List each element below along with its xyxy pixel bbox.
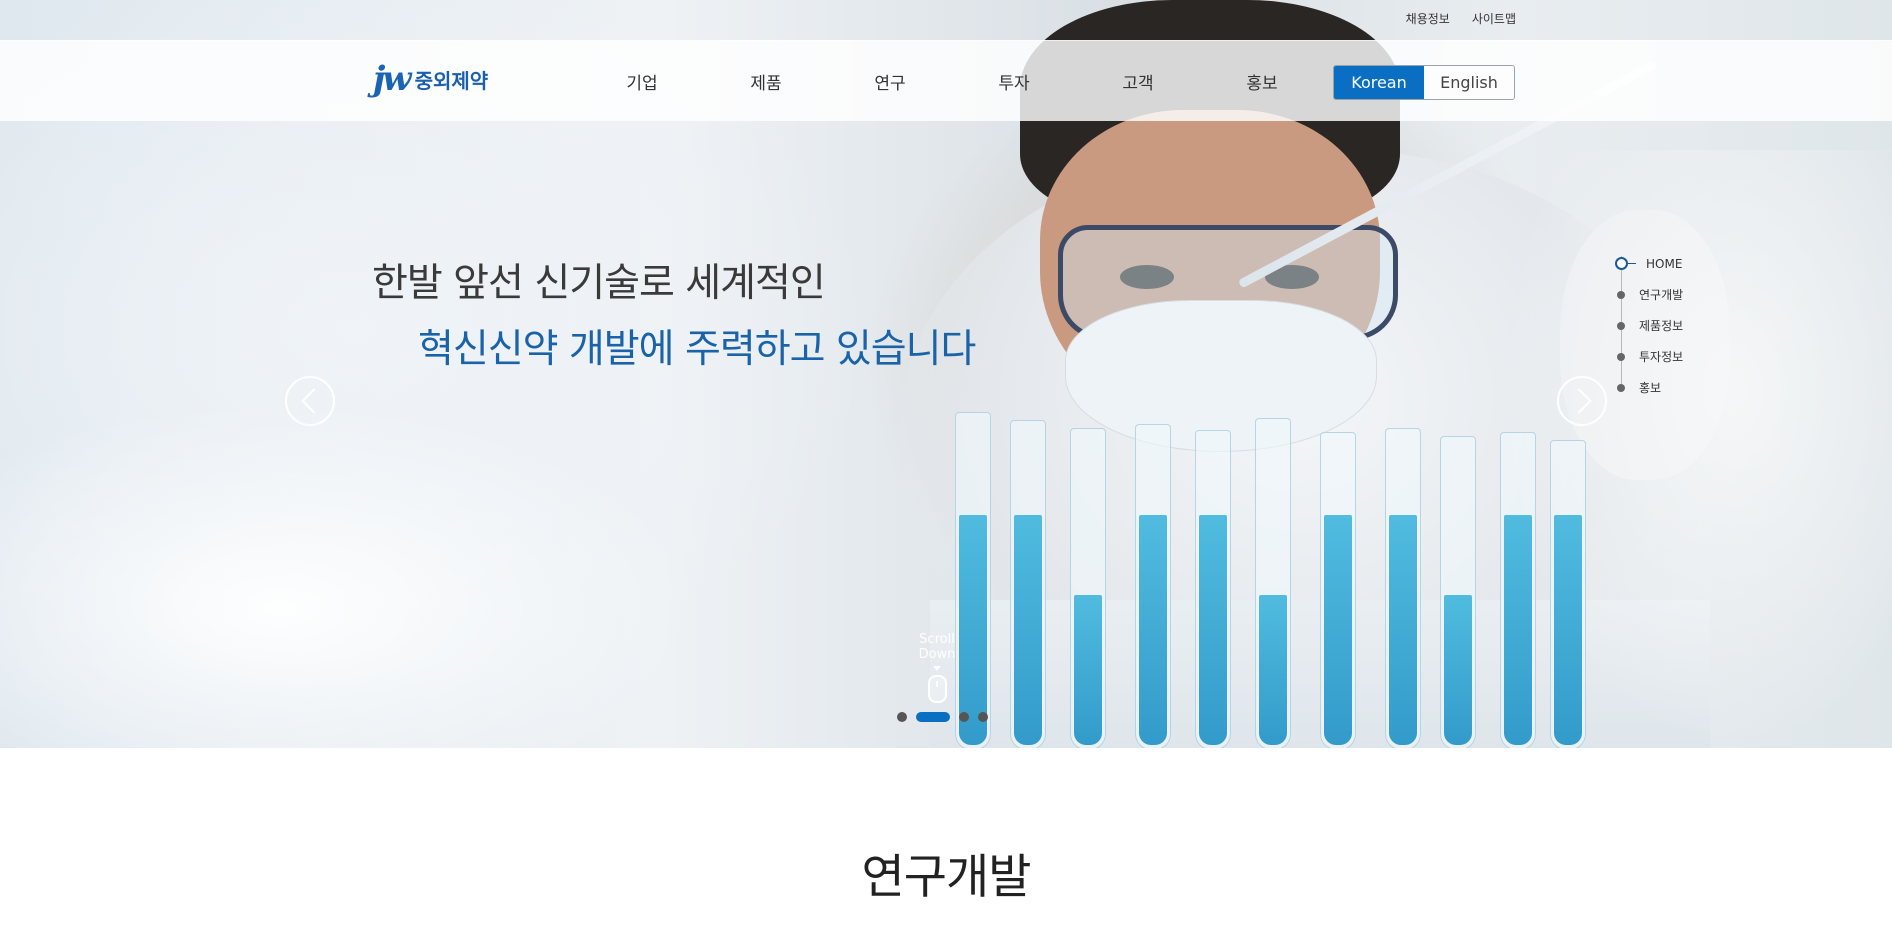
utility-links: 채용정보 사이트맵	[1406, 10, 1516, 27]
side-nav-products[interactable]: 제품정보	[1615, 310, 1683, 341]
side-nav-home[interactable]: HOME	[1615, 248, 1683, 279]
blue-liquid	[1074, 595, 1102, 745]
side-nav-tick	[1628, 263, 1636, 264]
test-tube	[1385, 428, 1421, 748]
blue-liquid	[1014, 515, 1042, 745]
blue-liquid	[959, 515, 987, 745]
side-nav-investment[interactable]: 투자정보	[1615, 341, 1683, 372]
side-nav-label: 연구개발	[1639, 288, 1684, 302]
blue-liquid	[1389, 515, 1417, 745]
slide-dot-1[interactable]	[897, 712, 907, 722]
header-bar: jw 중외제약 기업 제품 연구 투자 고객 홍보 Korean English	[0, 40, 1892, 121]
hero-soft-light	[0, 400, 700, 748]
english-button[interactable]: English	[1424, 66, 1514, 99]
hero-headline-line2: 혁신신약 개발에 주력하고 있습니다	[418, 327, 976, 372]
logo-name: 중외제약	[414, 68, 489, 93]
slide-dot-4[interactable]	[978, 712, 988, 722]
test-tube	[1195, 430, 1231, 748]
side-nav-research[interactable]: 연구개발	[1615, 279, 1683, 310]
chevron-right-icon	[1565, 388, 1592, 414]
side-nav-dot	[1617, 352, 1625, 361]
test-tube	[1440, 436, 1476, 748]
side-nav-label: 홍보	[1639, 381, 1662, 395]
test-tube	[1135, 424, 1171, 748]
side-nav-dot	[1617, 383, 1625, 392]
mouse-icon	[927, 675, 947, 703]
test-tube	[1010, 420, 1046, 748]
blue-liquid	[1554, 515, 1582, 745]
recruit-link[interactable]: 채용정보	[1406, 10, 1450, 27]
nav-research[interactable]: 연구	[828, 69, 952, 94]
side-section-nav: HOME 연구개발 제품정보 투자정보 홍보	[1615, 248, 1683, 403]
blue-liquid	[1324, 515, 1352, 745]
blue-liquid	[1259, 595, 1287, 745]
prev-slide-button[interactable]	[285, 376, 335, 426]
test-tube	[1500, 432, 1536, 748]
blue-liquid	[1199, 515, 1227, 745]
main-nav: 기업 제품 연구 투자 고객 홍보	[580, 69, 1324, 94]
test-tube	[1320, 432, 1356, 748]
scroll-down-indicator[interactable]: Scroll Down	[900, 632, 974, 703]
korean-button[interactable]: Korean	[1334, 66, 1424, 99]
logo-mark: jw	[373, 59, 412, 99]
section-title: 연구개발	[861, 850, 1032, 905]
nav-products[interactable]: 제품	[704, 69, 828, 94]
scroll-down-label: Scroll Down	[918, 632, 956, 662]
logo[interactable]: jw 중외제약	[373, 59, 488, 99]
caret-down-icon	[933, 666, 941, 671]
nav-pr[interactable]: 홍보	[1200, 69, 1324, 94]
language-switch: Korean English	[1333, 65, 1515, 100]
test-tube	[1255, 418, 1291, 748]
side-nav-label: 제품정보	[1639, 319, 1684, 333]
blue-liquid	[1504, 515, 1532, 745]
blue-liquid	[1139, 515, 1167, 745]
chevron-left-icon	[300, 388, 327, 414]
side-nav-label: 투자정보	[1639, 350, 1684, 364]
nav-company[interactable]: 기업	[580, 69, 704, 94]
side-nav-dot	[1615, 257, 1628, 270]
side-nav-label: HOME	[1646, 256, 1683, 271]
test-tube	[1550, 440, 1586, 748]
hero-headline-line1: 한발 앞선 신기술로 세계적인	[372, 261, 826, 306]
blue-liquid	[1444, 595, 1472, 745]
nav-customer[interactable]: 고객	[1076, 69, 1200, 94]
test-tube	[1070, 428, 1106, 748]
slide-dot-3[interactable]	[959, 712, 969, 722]
slide-pagination	[897, 712, 988, 722]
slide-dot-2[interactable]	[916, 712, 950, 722]
side-nav-pr[interactable]: 홍보	[1615, 372, 1683, 403]
next-slide-button[interactable]	[1557, 376, 1607, 426]
side-nav-dot	[1617, 321, 1625, 330]
sitemap-link[interactable]: 사이트맵	[1472, 10, 1516, 27]
side-nav-dot	[1617, 290, 1625, 299]
nav-investment[interactable]: 투자	[952, 69, 1076, 94]
